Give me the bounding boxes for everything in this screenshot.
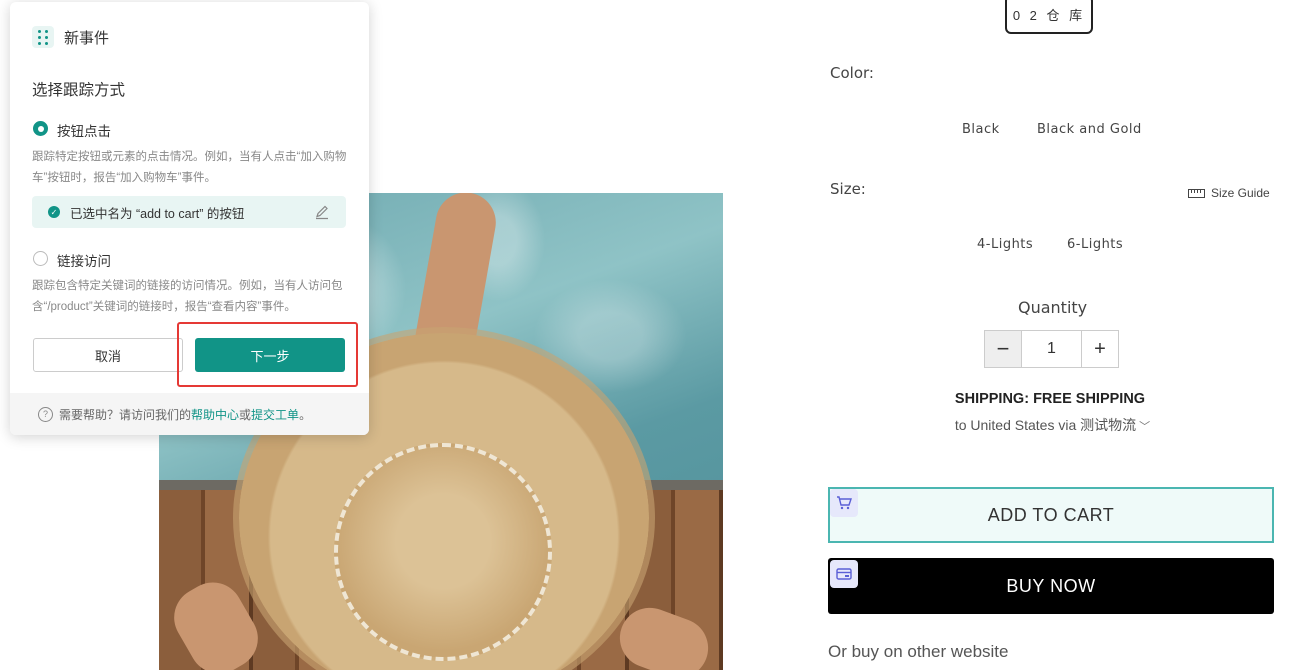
color-label: Color:	[830, 64, 874, 82]
new-event-popup: 新事件 选择跟踪方式 按钮点击 跟踪特定按钮或元素的点击情况。例如，当有人点击“…	[10, 2, 369, 435]
buy-now-label: BUY NOW	[1006, 575, 1096, 596]
help-prefix: 需要帮助？请访问我们的	[59, 407, 192, 422]
add-to-cart-label: ADD TO CART	[987, 504, 1115, 525]
size-guide-link[interactable]: Size Guide	[1188, 186, 1270, 200]
quantity-stepper: − 1 +	[984, 330, 1119, 368]
popup-header: 新事件	[32, 26, 109, 48]
shipping-method-label: to United States via 测试物流	[954, 417, 1137, 433]
selected-element-box: ✓ 已选中名为 “add to cart” 的按钮	[32, 196, 346, 228]
shipping-title: SHIPPING: FREE SHIPPING	[954, 391, 1146, 407]
color-option-black-gold[interactable]: Black and Gold	[1037, 122, 1142, 137]
size-label: Size:	[830, 180, 866, 198]
help-or: 或	[239, 407, 252, 422]
add-to-cart-button[interactable]: ADD TO CART	[828, 487, 1274, 543]
radio-button-click[interactable]	[33, 121, 48, 136]
option-button-click-label[interactable]: 按钮点击	[57, 120, 111, 140]
quantity-input[interactable]: 1	[1022, 331, 1081, 367]
option-link-visit-label[interactable]: 链接访问	[57, 250, 111, 270]
cart-icon	[830, 489, 858, 517]
help-center-link[interactable]: 帮助中心	[191, 408, 239, 422]
quantity-decrease-button[interactable]: −	[985, 331, 1022, 367]
popup-title: 新事件	[64, 29, 110, 47]
option-link-visit-desc: 跟踪包含特定关键词的链接的访问情况。例如，当有人访问包含“/product”关键…	[32, 280, 343, 313]
submit-ticket-link[interactable]: 提交工单	[251, 408, 299, 422]
popup-footer: ? 需要帮助？请访问我们的帮助中心或提交工单。	[10, 393, 369, 435]
card-icon	[830, 560, 858, 588]
size-guide-label: Size Guide	[1211, 186, 1270, 200]
help-text: 需要帮助？请访问我们的帮助中心或提交工单。	[59, 406, 311, 423]
warehouse-option[interactable]: 0 2 仓 库	[1005, 0, 1093, 34]
drag-handle-icon[interactable]	[32, 26, 54, 48]
next-step-button[interactable]: 下一步	[195, 338, 345, 372]
size-option-4-lights[interactable]: 4-Lights	[977, 237, 1033, 252]
radio-link-visit[interactable]	[33, 251, 48, 266]
help-suffix: 。	[299, 407, 312, 422]
option-button-click-desc: 跟踪特定按钮或元素的点击情况。例如，当有人点击“加入购物车”按钮时，报告“加入购…	[32, 151, 347, 184]
cancel-button[interactable]: 取消	[33, 338, 183, 372]
selected-element-label: 已选中名为 “add to cart” 的按钮	[70, 206, 245, 221]
chevron-down-icon: ﹀	[1139, 421, 1151, 433]
edit-pencil-icon[interactable]	[314, 204, 330, 220]
shipping-method-select[interactable]: to United States via 测试物流 ﹀	[945, 415, 1160, 435]
ruler-icon	[1188, 188, 1205, 198]
help-circle-icon: ?	[38, 406, 53, 422]
other-website-text: Or buy on other website	[828, 642, 1009, 661]
check-circle-icon: ✓	[48, 206, 60, 218]
section-title: 选择跟踪方式	[32, 82, 126, 99]
quantity-label: Quantity	[1018, 298, 1088, 317]
color-option-black[interactable]: Black	[962, 122, 1000, 137]
quantity-increase-button[interactable]: +	[1081, 331, 1118, 367]
size-option-6-lights[interactable]: 6-Lights	[1067, 237, 1123, 252]
buy-now-button[interactable]: BUY NOW	[828, 558, 1274, 614]
